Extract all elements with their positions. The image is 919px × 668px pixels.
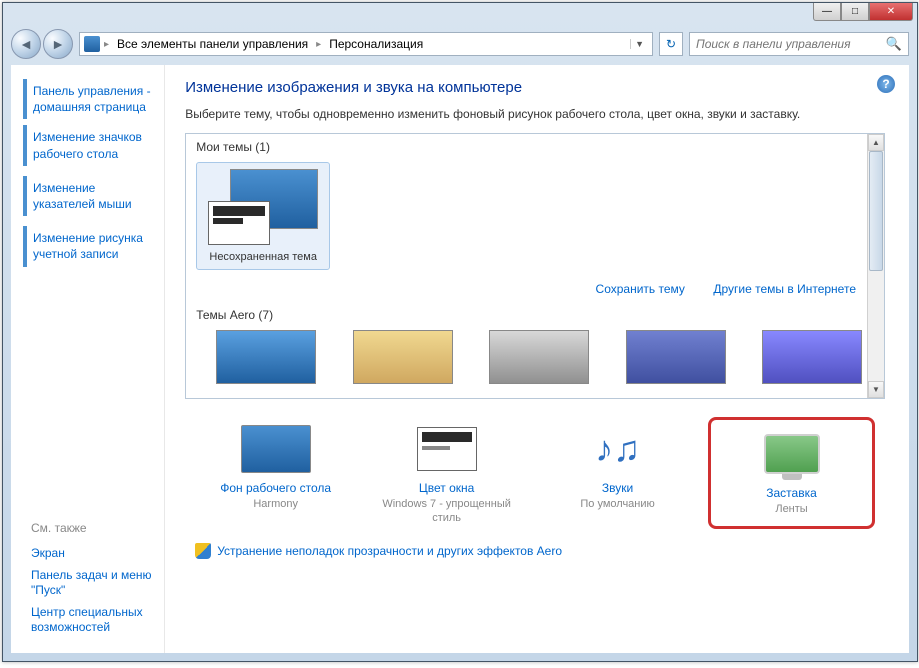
window-color-icon [417, 427, 477, 471]
address-bar[interactable]: ▸ Все элементы панели управления ▸ Персо… [79, 32, 653, 56]
aero-troubleshoot-link[interactable]: Устранение неполадок прозрачности и друг… [217, 544, 562, 558]
close-button[interactable]: ✕ [869, 3, 913, 21]
sidebar-link-desktop-icons[interactable]: Изменение значков рабочего стола [23, 125, 152, 165]
breadcrumb-item[interactable]: Все элементы панели управления [113, 37, 312, 51]
setting-sounds[interactable]: ♪♫ Звуки По умолчанию [537, 417, 698, 530]
address-dropdown-icon[interactable]: ▼ [630, 39, 648, 49]
setting-value: Harmony [199, 497, 352, 511]
troubleshoot-row: Устранение неполадок прозрачности и друг… [185, 535, 885, 559]
aero-theme-item[interactable] [606, 330, 726, 394]
content-area: Панель управления - домашняя страница Из… [11, 65, 909, 653]
sidebar-see-also-label: См. также [23, 519, 152, 543]
setting-title: Звуки [541, 481, 694, 495]
setting-title: Цвет окна [370, 481, 523, 495]
aero-themes-row [186, 326, 884, 398]
search-icon[interactable]: 🔍 [886, 36, 902, 52]
shield-icon [195, 543, 211, 559]
aero-theme-item[interactable] [333, 330, 453, 394]
sidebar-link-mouse-pointers[interactable]: Изменение указателей мыши [23, 176, 152, 216]
back-button[interactable]: ◄ [11, 29, 41, 59]
themes-container: ▲ ▼ Мои темы (1) Несохраненная тема Сохр… [185, 133, 885, 399]
control-panel-icon [84, 36, 100, 52]
nav-bar: ◄ ► ▸ Все элементы панели управления ▸ П… [11, 27, 909, 61]
search-box[interactable]: 🔍 [689, 32, 909, 56]
page-subtitle: Выберите тему, чтобы одновременно измени… [185, 106, 885, 123]
breadcrumb-item[interactable]: Персонализация [325, 37, 427, 51]
theme-label: Несохраненная тема [203, 251, 323, 263]
setting-value: Windows 7 - упрощенный стиль [370, 497, 523, 526]
scroll-up-icon[interactable]: ▲ [868, 134, 884, 151]
chevron-right-icon: ▸ [316, 39, 321, 50]
help-icon[interactable]: ? [877, 75, 895, 93]
forward-button[interactable]: ► [43, 29, 73, 59]
scroll-down-icon[interactable]: ▼ [868, 381, 884, 398]
setting-title: Фон рабочего стола [199, 481, 352, 495]
setting-screensaver[interactable]: Заставка Ленты [708, 417, 875, 530]
aero-theme-item[interactable] [742, 330, 862, 394]
sidebar-link-taskbar[interactable]: Панель задач и меню "Пуск" [23, 565, 152, 602]
setting-value: По умолчанию [541, 497, 694, 511]
theme-item-unsaved[interactable]: Несохраненная тема [196, 162, 330, 270]
personalization-settings-row: Фон рабочего стола Harmony Цвет окна Win… [185, 399, 885, 536]
my-themes-label: Мои темы (1) [186, 134, 884, 158]
setting-desktop-background[interactable]: Фон рабочего стола Harmony [195, 417, 356, 530]
refresh-button[interactable]: ↻ [659, 32, 683, 56]
save-theme-link[interactable]: Сохранить тему [596, 282, 685, 296]
theme-links-row: Сохранить тему Другие темы в Интернете [186, 274, 884, 302]
aero-themes-label: Темы Aero (7) [186, 302, 884, 326]
sidebar-link-account-picture[interactable]: Изменение рисунка учетной записи [23, 226, 152, 266]
aero-theme-item[interactable] [196, 330, 316, 394]
desktop-background-icon [241, 425, 311, 473]
setting-window-color[interactable]: Цвет окна Windows 7 - упрощенный стиль [366, 417, 527, 530]
minimize-button[interactable]: — [813, 3, 841, 21]
online-themes-link[interactable]: Другие темы в Интернете [713, 282, 856, 296]
maximize-button[interactable]: □ [841, 3, 869, 21]
scrollbar[interactable]: ▲ ▼ [867, 134, 884, 398]
sidebar-link-display[interactable]: Экран [23, 543, 152, 565]
screensaver-icon [764, 434, 820, 474]
scroll-thumb[interactable] [869, 151, 883, 271]
sidebar-link-ease-of-access[interactable]: Центр специальных возможностей [23, 602, 152, 639]
search-input[interactable] [696, 34, 886, 54]
page-title: Изменение изображения и звука на компьют… [185, 79, 885, 96]
sounds-icon: ♪♫ [595, 428, 640, 470]
main-pane: ? Изменение изображения и звука на компь… [165, 65, 909, 653]
title-bar-controls: — □ ✕ [813, 3, 913, 21]
window-frame: — □ ✕ ◄ ► ▸ Все элементы панели управлен… [2, 2, 918, 662]
sidebar: Панель управления - домашняя страница Из… [11, 65, 165, 653]
aero-theme-item[interactable] [469, 330, 589, 394]
theme-preview [208, 169, 318, 245]
setting-value: Ленты [715, 502, 868, 516]
chevron-right-icon: ▸ [104, 39, 109, 50]
sidebar-home-link[interactable]: Панель управления - домашняя страница [23, 79, 152, 119]
setting-title: Заставка [715, 486, 868, 500]
